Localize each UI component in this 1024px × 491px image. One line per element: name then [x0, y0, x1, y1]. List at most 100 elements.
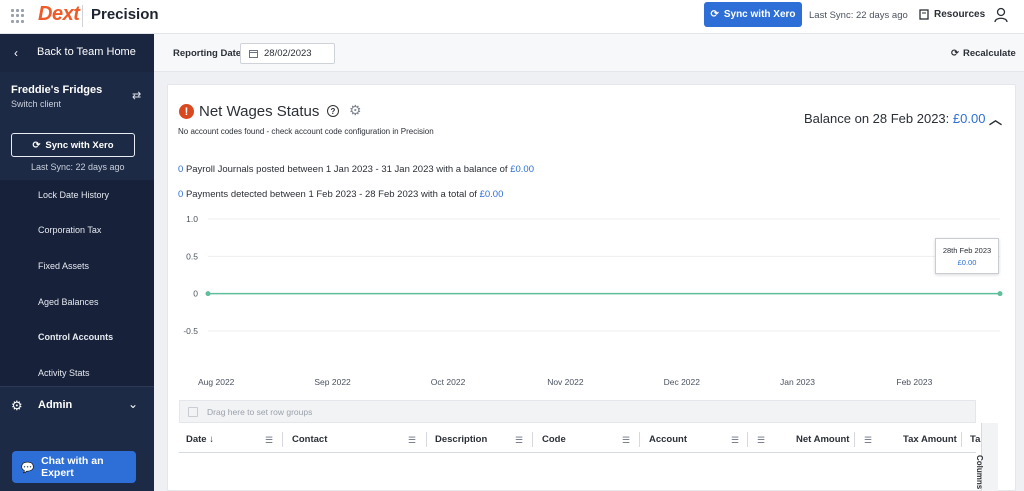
column-separator[interactable]: [639, 432, 640, 447]
x-tick-label: Feb 2023: [896, 377, 932, 387]
swap-icon[interactable]: ⇄: [132, 89, 141, 102]
column-menu-icon[interactable]: ☰: [265, 435, 273, 446]
help-icon[interactable]: ?: [327, 105, 339, 117]
column-header-account[interactable]: Account: [649, 434, 687, 445]
sync-button-label: Sync with Xero: [723, 9, 796, 20]
logo-divider: [82, 5, 83, 27]
warning-icon: !: [179, 104, 194, 119]
payments-text: Payments detected between 1 Feb 2023 - 2…: [185, 189, 477, 200]
x-tick-label: Dec 2022: [664, 377, 701, 387]
tooltip-date: 28th Feb 2023: [942, 246, 992, 255]
admin-icon: ⚙: [11, 398, 23, 413]
back-to-team-home[interactable]: ‹ Back to Team Home: [0, 34, 154, 72]
row-group-icon: [188, 406, 198, 417]
user-profile-icon[interactable]: [994, 7, 1008, 23]
row-group-hint: Drag here to set row groups: [207, 406, 313, 417]
card-title: Net Wages Status: [199, 103, 320, 120]
top-bar: Dext Precision ⟳ Sync with Xero Last Syn…: [0, 0, 1024, 34]
column-separator[interactable]: [854, 432, 855, 447]
sidebar-sync-with-xero-button[interactable]: ⟳ Sync with Xero: [11, 133, 135, 157]
payroll-journals-line: 0 Payroll Journals posted between 1 Jan …: [178, 164, 534, 175]
sidebar-item-admin[interactable]: ⚙ Admin ⌄: [0, 386, 154, 422]
column-header-code[interactable]: Code: [542, 434, 566, 445]
sidebar-menu: Lock Date History Corporation Tax Fixed …: [0, 180, 154, 386]
row-group-drop-zone[interactable]: Drag here to set row groups: [179, 400, 976, 423]
grid-header: Date ↓ ☰ Contact ☰ Description ☰ Code ☰ …: [179, 426, 980, 453]
column-separator[interactable]: [747, 432, 748, 447]
chart-tooltip: 28th Feb 2023 £0.00: [935, 238, 999, 274]
chat-label: Chat with an Expert: [41, 455, 104, 479]
column-header-contact[interactable]: Contact: [292, 434, 327, 445]
x-tick-label: Aug 2022: [198, 377, 235, 387]
column-menu-icon[interactable]: ☰: [757, 435, 765, 446]
sidebar-item-corporation-tax[interactable]: Corporation Tax: [38, 225, 101, 235]
sidebar-item-aged-balances[interactable]: Aged Balances: [38, 297, 99, 307]
resources-link[interactable]: Resources: [919, 9, 985, 20]
column-header-truncated[interactable]: Ta: [970, 434, 980, 445]
recalculate-button[interactable]: ⟳ Recalculate: [951, 48, 1016, 59]
balance-label: Balance on 28 Feb 2023:: [804, 111, 950, 126]
book-icon: [919, 9, 929, 20]
x-tick-label: Sep 2022: [314, 377, 351, 387]
payments-value: £0.00: [479, 189, 504, 200]
column-separator[interactable]: [426, 432, 427, 447]
reporting-toolbar: Reporting Date: 28/02/2023 ⟳ Recalculate: [154, 34, 1024, 72]
column-menu-icon[interactable]: ☰: [515, 435, 523, 446]
switch-client-link[interactable]: Switch client: [11, 99, 61, 109]
calendar-icon: [249, 50, 258, 58]
payments-count[interactable]: 0: [178, 189, 183, 200]
chevron-left-icon: ‹: [14, 46, 18, 60]
columns-panel-label: Columns: [975, 455, 984, 490]
client-name: Freddie's Fridges: [11, 84, 103, 96]
y-tick-label: -0.5: [183, 326, 198, 336]
column-menu-icon[interactable]: ☰: [731, 435, 739, 446]
balance-value: £0.00: [952, 111, 986, 126]
chat-with-expert-button[interactable]: 💬 Chat with an Expert: [12, 451, 136, 483]
column-menu-icon[interactable]: ☰: [622, 435, 630, 446]
journals-text: Payroll Journals posted between 1 Jan 20…: [185, 164, 508, 175]
column-menu-icon[interactable]: ☰: [864, 435, 872, 446]
sync-with-xero-button[interactable]: ⟳ Sync with Xero: [704, 2, 802, 27]
app-grid-icon[interactable]: [11, 9, 25, 23]
column-header-description[interactable]: Description: [435, 434, 487, 445]
product-name: Precision: [91, 6, 159, 23]
resources-label: Resources: [934, 9, 986, 20]
data-point[interactable]: [997, 291, 1003, 297]
chevron-up-icon[interactable]: ︿: [989, 109, 1002, 128]
y-tick-label: 0: [193, 289, 198, 299]
columns-panel-tab[interactable]: Columns: [975, 423, 998, 491]
column-separator[interactable]: [282, 432, 283, 447]
sync-icon: ⟳: [710, 9, 719, 20]
journals-count[interactable]: 0: [178, 164, 183, 175]
brand-logo[interactable]: Dext: [38, 3, 80, 26]
data-point[interactable]: [205, 291, 211, 297]
x-tick-label: Oct 2022: [431, 377, 466, 387]
column-menu-icon[interactable]: ☰: [408, 435, 416, 446]
y-tick-label: 1.0: [186, 214, 198, 224]
y-tick-label: 0.5: [186, 251, 198, 261]
column-header-tax-amount[interactable]: Tax Amount: [903, 434, 957, 445]
column-header-net-amount[interactable]: Net Amount: [796, 434, 849, 445]
x-tick-label: Nov 2022: [547, 377, 584, 387]
sidebar-sync-label: Sync with Xero: [45, 139, 114, 151]
column-separator[interactable]: [532, 432, 533, 447]
journals-value: £0.00: [510, 164, 534, 175]
sidebar-last-sync: Last Sync: 22 days ago: [31, 162, 125, 172]
sidebar-item-activity-stats[interactable]: Activity Stats: [38, 368, 90, 378]
column-header-date[interactable]: Date ↓: [186, 434, 214, 445]
sidebar-item-fixed-assets[interactable]: Fixed Assets: [38, 261, 89, 271]
reporting-date-input[interactable]: 28/02/2023: [240, 43, 335, 64]
sidebar: ‹ Back to Team Home Freddie's Fridges Sw…: [0, 34, 154, 491]
net-wages-chart: 1.0 0.5 0 -0.5 Aug 2022 Sep 2022 Oct 2022 Nov 2…: [183, 214, 1003, 387]
refresh-icon: ⟳: [951, 48, 959, 59]
sidebar-item-lock-date-history[interactable]: Lock Date History: [38, 190, 109, 200]
column-separator[interactable]: [961, 432, 962, 447]
admin-label: Admin: [38, 399, 73, 411]
recalculate-label: Recalculate: [962, 48, 1016, 59]
chevron-down-icon: ⌄: [128, 397, 139, 411]
warning-message: No account codes found - check account c…: [178, 127, 434, 136]
gear-icon[interactable]: ⚙: [349, 102, 362, 119]
payments-line: 0 Payments detected between 1 Feb 2023 -…: [178, 189, 503, 200]
sidebar-item-control-accounts[interactable]: Control Accounts: [38, 332, 113, 342]
net-wages-status-card: ! Net Wages Status ? ⚙ No account codes …: [167, 84, 1016, 491]
